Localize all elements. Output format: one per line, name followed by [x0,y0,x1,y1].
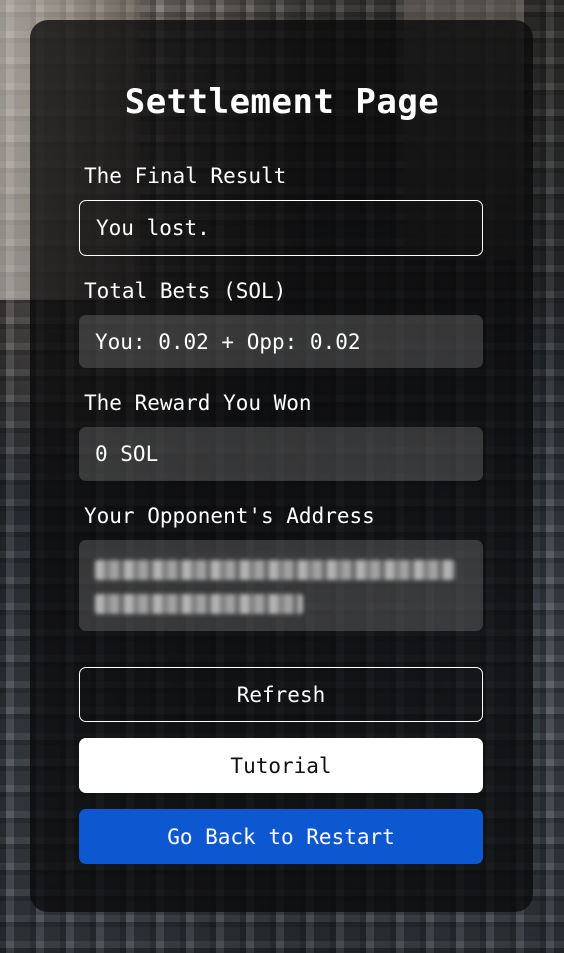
reward-field: 0 SOL [79,427,483,481]
reward-value: 0 SOL [95,442,159,466]
restart-button[interactable]: Go Back to Restart [79,809,483,864]
reward-label: The Reward You Won [84,391,312,415]
total-bets-value: You: 0.02 + Opp: 0.02 [95,329,361,354]
tutorial-button[interactable]: Tutorial [79,738,483,793]
redacted-address-line [95,594,303,614]
redacted-address-line [95,560,455,580]
total-bets-label: Total Bets (SOL) [84,279,287,303]
final-result-value: You lost. [96,216,210,240]
opponent-address-label: Your Opponent's Address [84,504,375,528]
page-title: Settlement Page [124,82,440,122]
final-result-field: You lost. [79,200,483,256]
final-result-label: The Final Result [84,164,287,188]
total-bets-field: You: 0.02 + Opp: 0.02 [79,315,483,368]
opponent-address-field [79,540,483,631]
refresh-button[interactable]: Refresh [79,667,483,722]
